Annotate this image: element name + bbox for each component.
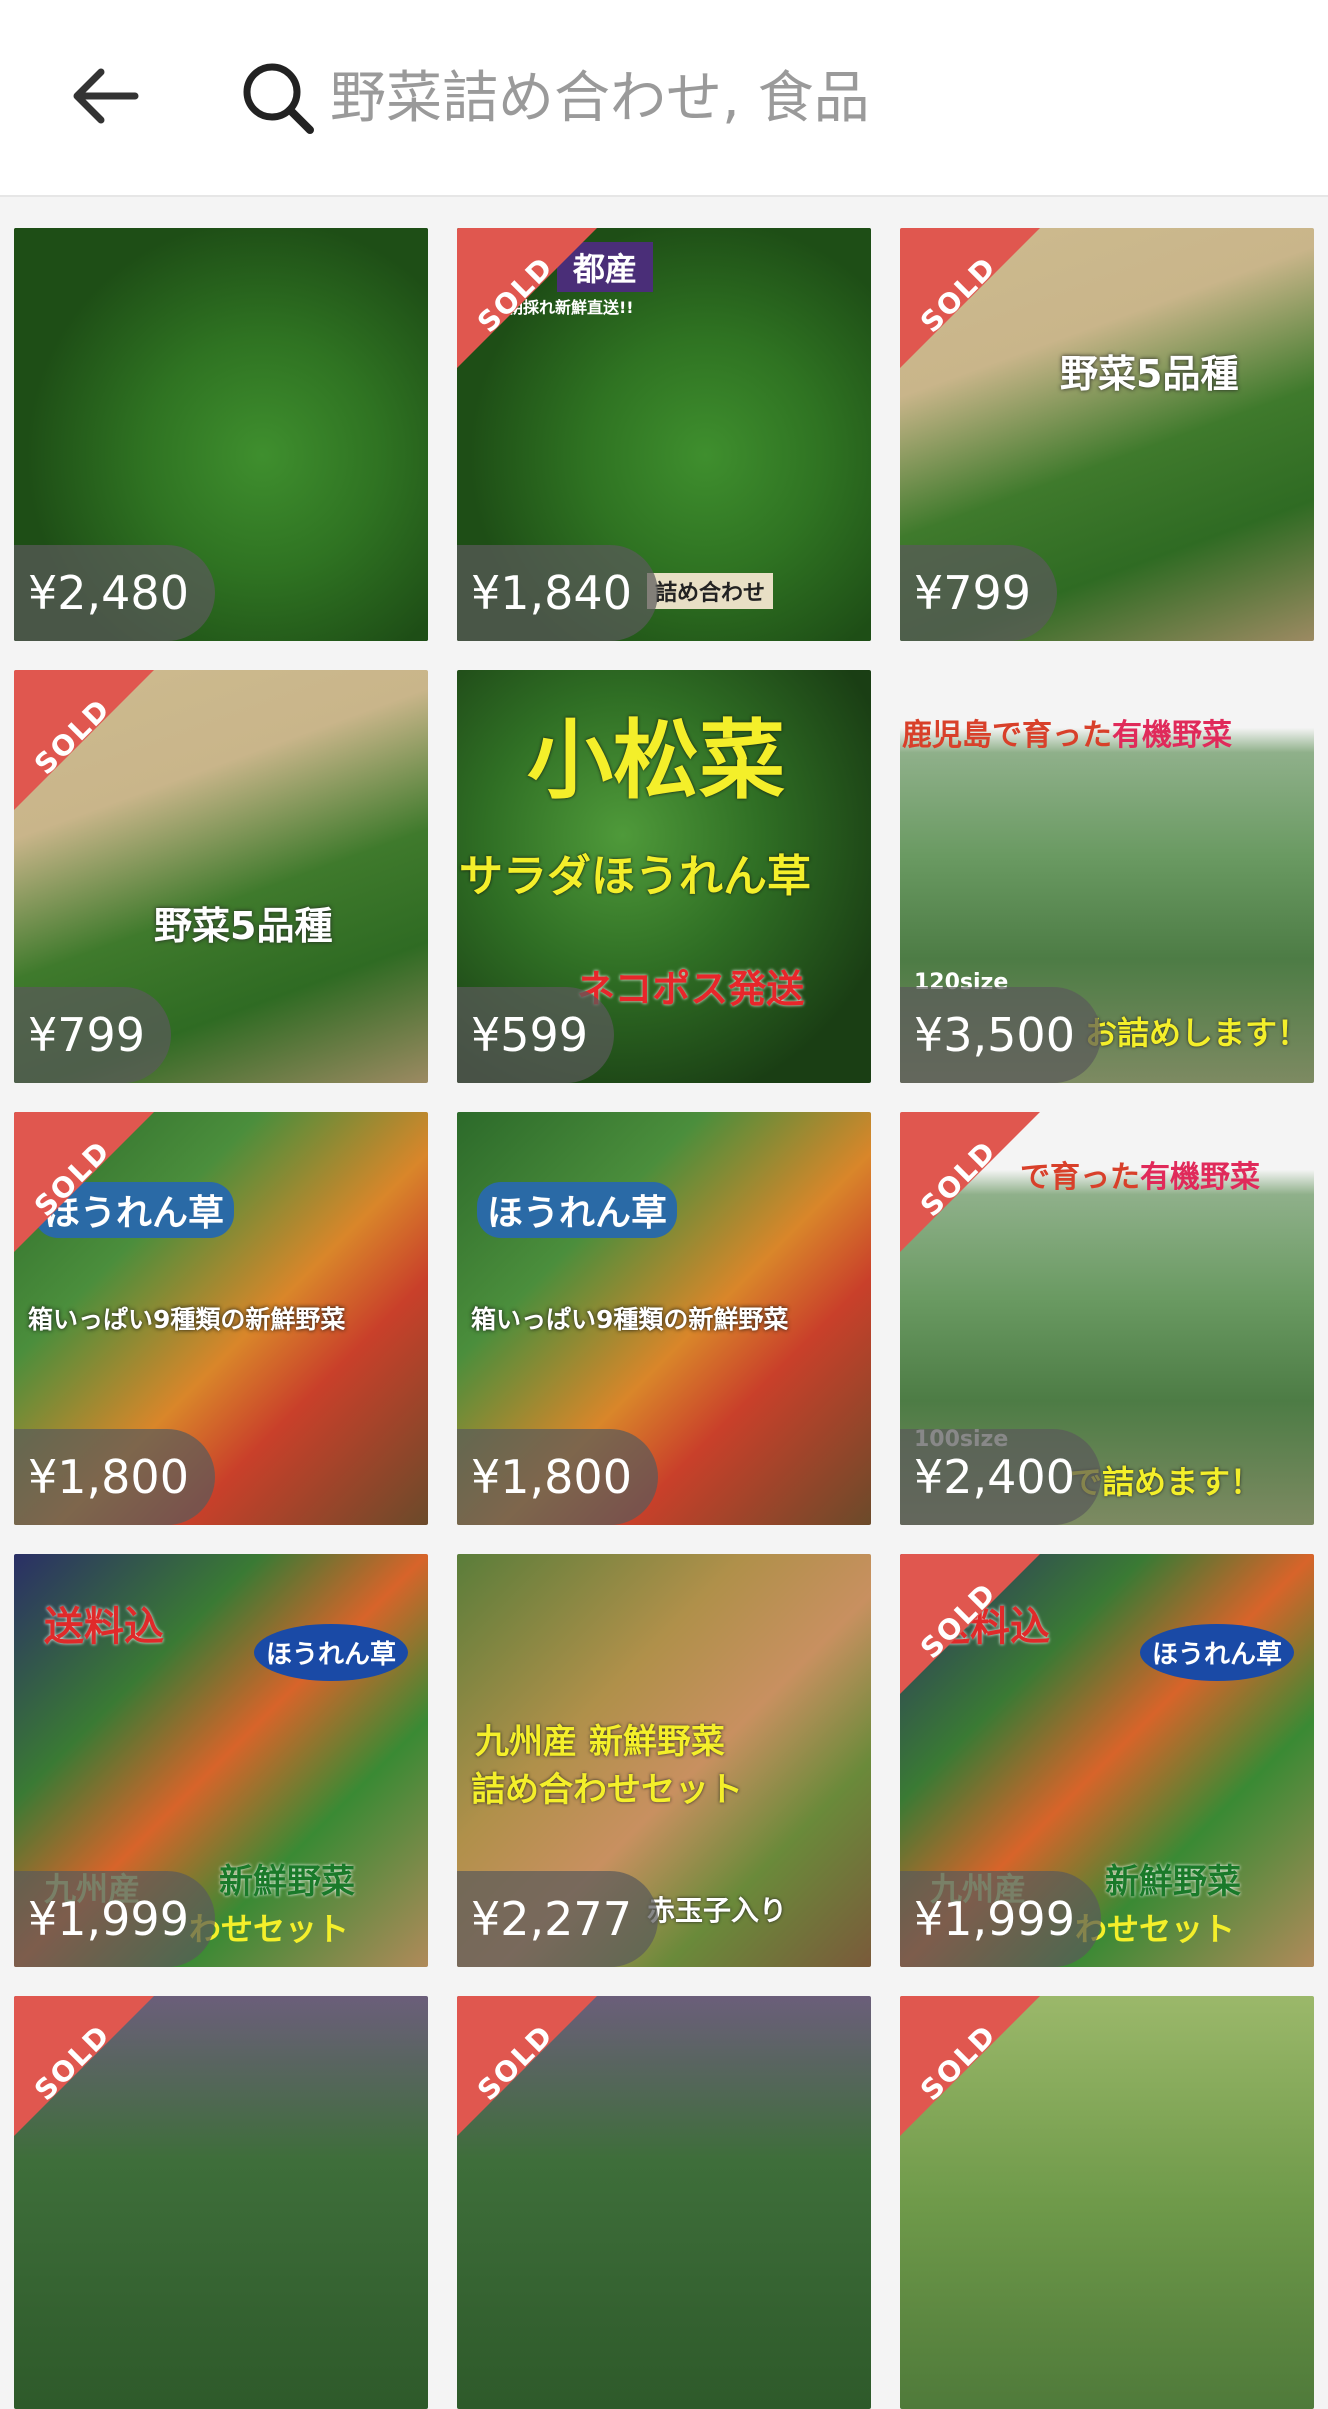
price-tag: ¥2,277 <box>457 1871 658 1967</box>
product-card[interactable]: SOLD <box>457 1996 871 2409</box>
image-text: 送料込 <box>44 1604 164 1650</box>
image-text: 野菜5品種 <box>1060 352 1239 396</box>
image-text: 小松菜 <box>527 711 785 811</box>
price-tag: ¥1,999 <box>14 1871 215 1967</box>
arrow-left-icon <box>73 68 139 124</box>
price-tag: ¥1,840 <box>457 545 658 641</box>
search-icon <box>243 63 314 134</box>
image-text: 九州産 新鮮野菜 <box>475 1722 725 1762</box>
price-tag: ¥2,480 <box>14 545 215 641</box>
image-header-text: 鹿児島で育った有機野菜 <box>902 710 1232 754</box>
price-tag: ¥599 <box>457 987 615 1083</box>
image-text: 詰め合わせセット <box>471 1770 743 1810</box>
header-highlight: 有機野菜 <box>1112 718 1232 753</box>
header-highlight: 有機野菜 <box>1140 1160 1260 1195</box>
product-card[interactable]: 野菜5品種 SOLD ¥799 <box>14 670 428 1083</box>
product-card[interactable]: 野菜5品種 SOLD ¥799 <box>900 228 1314 641</box>
product-card[interactable]: 都産 朝採れ新鮮直送!! 詰め合わせ SOLD ¥1,840 <box>457 228 871 641</box>
image-text: ほうれん草 <box>477 1182 678 1238</box>
image-text: 新鮮野菜 <box>1105 1862 1241 1902</box>
product-card[interactable]: ほうれん草 箱いっぱい9種類の新鮮野菜 SOLD ¥1,800 <box>14 1112 428 1525</box>
price-tag: ¥3,500 <box>900 987 1101 1083</box>
image-text: 野菜5品種 <box>154 904 333 948</box>
price-tag: ¥2,400 <box>900 1429 1101 1525</box>
product-card[interactable]: 送料込ほうれん草九州産新鮮野菜わせセット¥1,999 <box>14 1554 428 1967</box>
search-input[interactable] <box>330 55 1230 141</box>
image-header-text: で育った有機野菜 <box>1020 1152 1260 1196</box>
product-card[interactable]: 送料込ほうれん草九州産新鮮野菜わせセットSOLD¥1,999 <box>900 1554 1314 1967</box>
image-text: 赤玉子入り <box>647 1894 788 1927</box>
price-tag: ¥1,800 <box>14 1429 215 1525</box>
price-tag: ¥1,800 <box>457 1429 658 1525</box>
price-tag: ¥1,999 <box>900 1871 1101 1967</box>
product-card[interactable]: 九州産 新鮮野菜詰め合わせセット赤玉子入り ¥2,277 <box>457 1554 871 1967</box>
image-text: 新鮮野菜 <box>219 1862 355 1902</box>
header-text: 鹿児島で育った <box>902 718 1112 753</box>
image-text: ネコポス発送 <box>577 967 805 1011</box>
product-card[interactable]: SOLD <box>900 1996 1314 2409</box>
product-grid: ¥2,480 都産 朝採れ新鮮直送!! 詰め合わせ SOLD ¥1,840 野菜5品種 SOL… <box>14 228 1314 2409</box>
image-text: サラダほうれん草 <box>459 851 811 902</box>
image-text: 詰め合わせ <box>647 573 774 609</box>
image-text: 箱いっぱい9種類の新鮮野菜 <box>471 1305 789 1334</box>
product-card[interactable]: ¥2,480 <box>14 228 428 641</box>
image-text: ほうれん草 <box>1140 1624 1295 1681</box>
product-card[interactable]: 小松菜サラダほうれん草ネコポス発送 ¥599 <box>457 670 871 1083</box>
image-text: お詰めします！ <box>1085 1014 1310 1052</box>
product-card[interactable]: SOLD <box>14 1996 428 2409</box>
price-tag: ¥799 <box>900 545 1058 641</box>
price-tag: ¥799 <box>14 987 172 1083</box>
image-text: ほうれん草 <box>254 1624 409 1681</box>
product-card[interactable]: ほうれん草箱いっぱい9種類の新鮮野菜 ¥1,800 <box>457 1112 871 1525</box>
product-card[interactable]: で育った有機野菜100sizeで詰めます！SOLD¥2,400 <box>900 1112 1314 1525</box>
top-bar <box>0 0 1328 197</box>
image-text: 箱いっぱい9種類の新鮮野菜 <box>28 1305 346 1334</box>
back-button[interactable] <box>62 52 150 140</box>
product-card[interactable]: 鹿児島で育った有機野菜 120size お詰めします！ ¥3,500 <box>900 670 1314 1083</box>
